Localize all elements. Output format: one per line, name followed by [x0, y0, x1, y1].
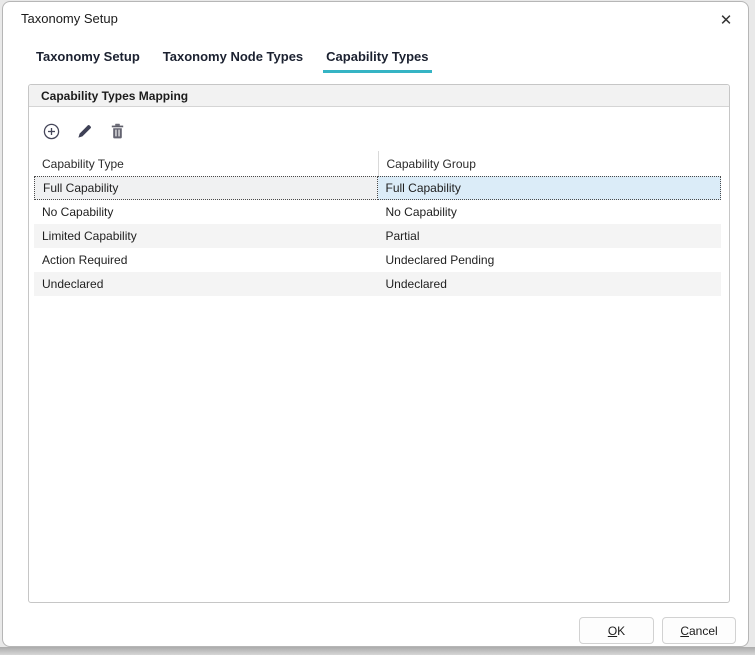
- close-icon[interactable]: ✕: [714, 8, 738, 32]
- column-header-capability-group[interactable]: Capability Group: [378, 151, 722, 176]
- cell-capability-type[interactable]: Action Required: [34, 248, 378, 272]
- table-row[interactable]: Full Capability Full Capability: [34, 176, 721, 200]
- table-row[interactable]: Action Required Undeclared Pending: [34, 248, 721, 272]
- tab-taxonomy-setup[interactable]: Taxonomy Setup: [33, 49, 143, 73]
- table-row[interactable]: No Capability No Capability: [34, 200, 721, 224]
- capability-types-mapping-group: Capability Types Mapping: [28, 84, 730, 603]
- cell-capability-type[interactable]: Undeclared: [34, 272, 378, 296]
- tab-strip: Taxonomy Setup Taxonomy Node Types Capab…: [33, 49, 432, 73]
- group-title: Capability Types Mapping: [29, 85, 729, 107]
- cell-capability-type[interactable]: Full Capability: [34, 176, 378, 200]
- column-header-capability-type[interactable]: Capability Type: [34, 151, 378, 176]
- cell-capability-group[interactable]: No Capability: [378, 200, 722, 224]
- cell-capability-type[interactable]: Limited Capability: [34, 224, 378, 248]
- capability-mapping-table: Capability Type Capability Group Full Ca…: [34, 151, 721, 296]
- grid-toolbar: [41, 121, 729, 141]
- table-header-row: Capability Type Capability Group: [34, 151, 721, 176]
- ok-button-label: OK: [580, 624, 653, 638]
- tab-taxonomy-node-types[interactable]: Taxonomy Node Types: [160, 49, 306, 73]
- add-icon[interactable]: [41, 121, 61, 141]
- cancel-button-label: Cancel: [663, 624, 735, 638]
- cell-capability-type[interactable]: No Capability: [34, 200, 378, 224]
- taxonomy-setup-dialog: Taxonomy Setup ✕ Taxonomy Setup Taxonomy…: [2, 1, 749, 647]
- cell-capability-group[interactable]: Undeclared: [378, 272, 722, 296]
- tab-capability-types[interactable]: Capability Types: [323, 49, 431, 73]
- dialog-title: Taxonomy Setup: [21, 11, 118, 26]
- cell-capability-group[interactable]: Full Capability: [378, 176, 722, 200]
- background-window-edge: [0, 647, 755, 655]
- edit-icon[interactable]: [74, 121, 94, 141]
- titlebar: Taxonomy Setup ✕: [3, 2, 748, 38]
- table-row[interactable]: Limited Capability Partial: [34, 224, 721, 248]
- cancel-button[interactable]: Cancel: [662, 617, 736, 644]
- ok-button[interactable]: OK: [579, 617, 654, 644]
- delete-icon[interactable]: [107, 121, 127, 141]
- cell-capability-group[interactable]: Undeclared Pending: [378, 248, 722, 272]
- table-row[interactable]: Undeclared Undeclared: [34, 272, 721, 296]
- cell-capability-group[interactable]: Partial: [378, 224, 722, 248]
- screen: Taxonomy Setup ✕ Taxonomy Setup Taxonomy…: [0, 0, 755, 655]
